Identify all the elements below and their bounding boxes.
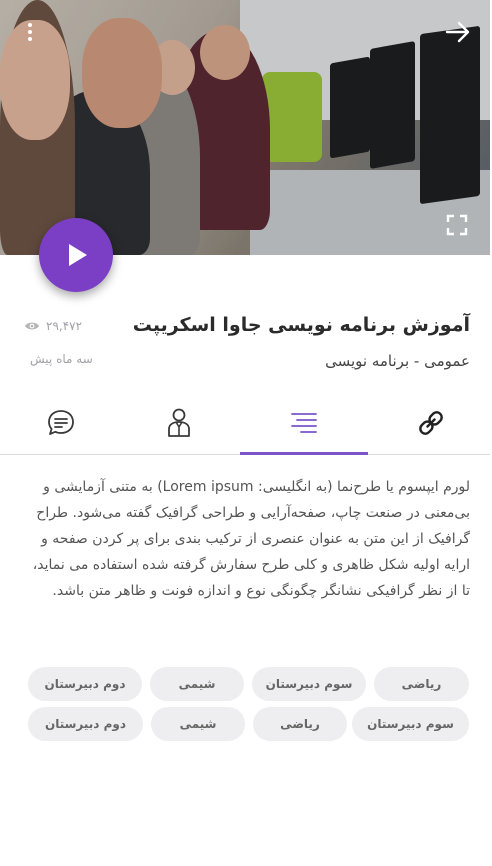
tag-chip[interactable]: دوم دبیرستان xyxy=(28,667,142,701)
image-shade xyxy=(0,0,490,255)
fullscreen-icon[interactable] xyxy=(444,212,470,238)
course-category: عمومی - برنامه نویسی xyxy=(325,352,470,370)
play-button[interactable] xyxy=(39,218,113,292)
publish-date: سه ماه پیش xyxy=(30,352,93,366)
course-title: آموزش برنامه نویسی جاوا اسکریپت xyxy=(132,314,470,336)
tab-comments[interactable] xyxy=(0,393,122,453)
tab-instructor[interactable] xyxy=(118,393,240,453)
tag-chip[interactable]: سوم دبیرستان xyxy=(352,707,469,741)
arrow-right-icon[interactable] xyxy=(444,18,472,46)
eye-icon xyxy=(25,322,39,330)
content-tabs xyxy=(0,393,490,455)
link-icon xyxy=(419,411,443,435)
tag-chip[interactable]: سوم دبیرستان xyxy=(252,667,366,701)
more-vertical-icon[interactable] xyxy=(18,18,42,46)
tag-chip[interactable]: ریاضی xyxy=(253,707,347,741)
tag-chip[interactable]: شیمی xyxy=(150,667,244,701)
list-icon xyxy=(291,413,317,433)
tab-links[interactable] xyxy=(370,393,492,453)
tag-chip[interactable]: دوم دبیرستان xyxy=(28,707,143,741)
tab-lessons[interactable] xyxy=(240,393,368,455)
tag-chip[interactable]: شیمی xyxy=(151,707,245,741)
user-icon xyxy=(168,408,190,437)
course-hero-image xyxy=(0,0,490,255)
view-count-value: ۲۹,۴۷۲ xyxy=(46,319,83,333)
tag-chip[interactable]: ریاضی xyxy=(374,667,469,701)
view-count: ۲۹,۴۷۲ xyxy=(24,319,82,333)
comment-icon xyxy=(48,410,74,435)
play-icon xyxy=(69,244,87,266)
course-description: لورم ایپسوم یا طرح‌نما (به انگلیسی: Lore… xyxy=(32,479,470,599)
